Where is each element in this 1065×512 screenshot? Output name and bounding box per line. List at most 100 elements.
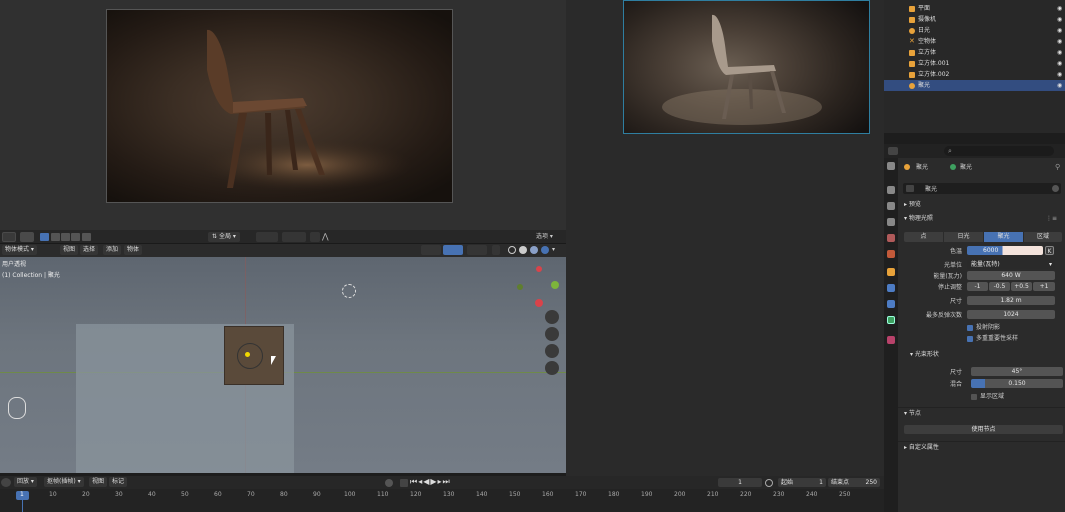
render-tab-icon[interactable]	[887, 186, 895, 194]
max-bounces-field[interactable]: 1024	[967, 310, 1055, 319]
select-mode-invert-icon[interactable]	[71, 233, 80, 241]
mis-checkbox[interactable]: 多重重要性采样	[967, 333, 1018, 342]
3d-cursor-icon[interactable]	[342, 284, 356, 298]
menu-select[interactable]: 选择	[80, 245, 99, 255]
editor-type-button[interactable]	[888, 147, 898, 155]
world-tab-icon[interactable]	[887, 250, 895, 258]
menu-add[interactable]: 添加	[103, 245, 122, 255]
preview-range-clock-icon[interactable]	[765, 479, 773, 487]
datablock-name-field[interactable]: 聚光	[925, 184, 937, 193]
gizmo-x-icon[interactable]	[535, 299, 543, 307]
blend-field[interactable]: 0.150	[971, 379, 1063, 388]
xray-toggle[interactable]	[492, 245, 500, 255]
visibility-eye-icon[interactable]: ◉	[1057, 14, 1062, 25]
transform-orientation-dropdown[interactable]: ⇅ 全局 ▾	[208, 232, 240, 242]
use-nodes-button[interactable]: 使用节点	[904, 425, 1063, 434]
visibility-eye-icon[interactable]: ◉	[1057, 47, 1062, 58]
light-type-area[interactable]: 区域	[1024, 232, 1062, 242]
visibility-eye-icon[interactable]: ◉	[1057, 36, 1062, 47]
pivot-point-dropdown[interactable]	[256, 232, 278, 242]
overlays-toggle[interactable]	[467, 245, 487, 255]
light-type-point[interactable]: 点	[904, 232, 943, 242]
exposure-minus-half-button[interactable]: -0.5	[989, 282, 1010, 291]
zoom-icon[interactable]	[545, 310, 559, 324]
3d-viewport[interactable]: 用户透视 (1) Collection | 聚光	[0, 257, 566, 473]
start-frame-field[interactable]: 起始 1	[778, 478, 826, 487]
playback-controls[interactable]: ⏮◂◀▶▸⏭	[410, 477, 451, 487]
section-beam-shape[interactable]: ▾ 光束形状	[898, 349, 1065, 361]
output-tab-icon[interactable]	[887, 202, 895, 210]
section-custom-properties[interactable]: ▸ 自定义属性	[898, 441, 1065, 453]
shading-dropdown-icon[interactable]: ▾	[552, 246, 560, 254]
shading-material-icon[interactable]	[530, 246, 538, 254]
gizmo-neg-y-icon[interactable]	[517, 284, 523, 290]
editor-type-button[interactable]	[2, 232, 16, 242]
end-frame-field[interactable]: 结束点 250	[828, 478, 880, 487]
datablock-selector[interactable]: 聚光	[903, 183, 1061, 194]
shading-wireframe-icon[interactable]	[508, 246, 516, 254]
tool-tab-icon[interactable]	[887, 162, 895, 170]
object-tab-icon[interactable]	[887, 268, 895, 276]
exposure-plus-half-button[interactable]: +0.5	[1011, 282, 1032, 291]
options-dropdown[interactable]: 选项 ▾	[536, 232, 553, 242]
fake-user-shield-icon[interactable]	[1052, 185, 1059, 192]
falloff-icon[interactable]: ⋀	[322, 232, 332, 242]
gizmo-z-icon[interactable]	[536, 266, 542, 272]
light-type-sun[interactable]: 日光	[944, 232, 983, 242]
visibility-eye-icon[interactable]: ◉	[1057, 80, 1062, 91]
color-temp-field[interactable]: 6000	[967, 246, 1043, 255]
shading-solid-icon[interactable]	[519, 246, 527, 254]
select-tool-icon[interactable]	[20, 232, 34, 242]
show-cone-checkbox[interactable]: 显示区域	[971, 391, 1004, 400]
properties-search-icon[interactable]: ⌕	[944, 146, 1054, 156]
pin-icon[interactable]: ⚲	[1055, 163, 1060, 171]
visibility-eye-icon[interactable]: ◉	[1057, 69, 1062, 80]
timeline-area[interactable]: 1 10 20 30 40 50 60 70 80 90 100 110 120…	[0, 489, 884, 512]
datablock-browse-icon[interactable]	[906, 185, 914, 192]
outliner-row-cube-001[interactable]: 立方体.001 ◉	[884, 58, 1065, 69]
outliner-row-spot-selected[interactable]: 聚光 ◉	[884, 80, 1065, 91]
visibility-eye-icon[interactable]: ◉	[1057, 25, 1062, 36]
gizmo-y-icon[interactable]	[551, 281, 559, 289]
spot-size-field[interactable]: 45°	[971, 367, 1063, 376]
exposure-minus-1-button[interactable]: -1	[967, 282, 988, 291]
outliner-row-empty[interactable]: ✕ 空物体 ◉	[884, 36, 1065, 47]
navigation-gizmo[interactable]	[516, 263, 562, 309]
section-preview[interactable]: ▸ 预览	[898, 199, 1065, 211]
scene-tab-icon[interactable]	[887, 234, 895, 242]
menu-marker[interactable]: 标记	[109, 477, 128, 487]
light-type-spot[interactable]: 聚光	[984, 232, 1023, 242]
camera-view-icon[interactable]	[545, 344, 559, 358]
keyframe-type-icon[interactable]	[400, 479, 408, 487]
exposure-plus-1-button[interactable]: +1	[1033, 282, 1055, 291]
playback-dropdown[interactable]: 回放 ▾	[14, 477, 37, 487]
menu-timeline-view[interactable]: 视图	[89, 477, 108, 487]
editor-type-button[interactable]	[1, 478, 11, 487]
power-field[interactable]: 640 W	[967, 271, 1055, 280]
modifiers-tab-icon[interactable]	[887, 284, 895, 292]
outliner-row-sun[interactable]: 日光 ◉	[884, 25, 1065, 36]
physics-tab-icon[interactable]	[887, 300, 895, 308]
menu-view[interactable]: 视图	[60, 245, 79, 255]
cast-shadow-checkbox[interactable]: 投射阴影	[967, 322, 1000, 331]
visibility-eye-icon[interactable]: ◉	[1057, 58, 1062, 69]
outliner-row-plane[interactable]: 平面 ◉	[884, 3, 1065, 14]
texture-tab-icon[interactable]	[887, 336, 895, 344]
outliner-row-cube[interactable]: 立方体 ◉	[884, 47, 1065, 58]
perspective-toggle-icon[interactable]	[545, 361, 559, 375]
pan-hand-icon[interactable]	[545, 327, 559, 341]
visibility-dropdown[interactable]	[421, 245, 441, 255]
section-light[interactable]: ▾ 物理光照 ⋮≡	[898, 213, 1065, 225]
shading-rendered-icon[interactable]	[541, 246, 549, 254]
view-layer-tab-icon[interactable]	[887, 218, 895, 226]
size-field[interactable]: 1.82 m	[967, 296, 1055, 305]
select-mode-new-icon[interactable]	[40, 233, 49, 241]
auto-keying-record-icon[interactable]	[385, 479, 393, 487]
snap-toggle[interactable]	[282, 232, 306, 242]
select-mode-subtract-icon[interactable]	[61, 233, 70, 241]
select-mode-extend-icon[interactable]	[51, 233, 60, 241]
kelvin-toggle-button[interactable]: K	[1045, 246, 1054, 255]
outliner-row-camera[interactable]: 摄像机 ◉	[884, 14, 1065, 25]
light-data-tab-icon[interactable]	[887, 316, 895, 324]
current-frame-field[interactable]: 1	[718, 478, 762, 487]
